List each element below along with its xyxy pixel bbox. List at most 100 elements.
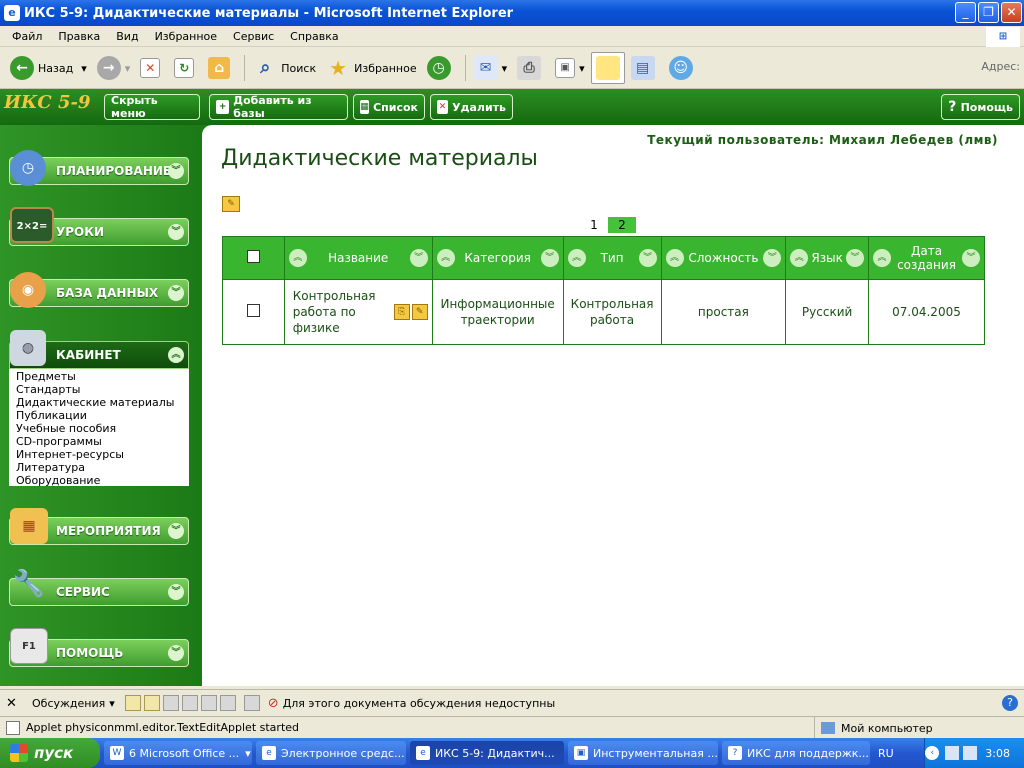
task-iks-didactic[interactable]: e ИКС 5-9: Дидактич... bbox=[410, 741, 564, 765]
list-button[interactable]: ▦ Список bbox=[353, 94, 425, 120]
app-window-icon: ▣ bbox=[574, 746, 588, 760]
add-from-db-button[interactable]: + Добавить из базы bbox=[209, 94, 348, 120]
search-button[interactable]: ⌕ Поиск bbox=[249, 52, 320, 84]
cabinet-item-literature[interactable]: Литература bbox=[16, 461, 182, 474]
print-button[interactable]: ⎙ bbox=[513, 52, 549, 84]
mail-button[interactable]: ✉ ▾ bbox=[470, 52, 512, 84]
close-discussions-icon[interactable]: ✕ bbox=[6, 696, 22, 711]
windows-flag-icon bbox=[10, 744, 28, 762]
delete-button[interactable]: ✕ Удалить bbox=[430, 94, 513, 120]
discussion-tool-icon[interactable] bbox=[243, 695, 260, 711]
address-label: Адрес: bbox=[981, 60, 1020, 73]
sort-down-icon[interactable]: ︾ bbox=[763, 249, 782, 267]
sort-up-icon[interactable]: ︽ bbox=[288, 249, 307, 267]
cabinet-item-didactic[interactable]: Дидактические материалы bbox=[16, 396, 182, 409]
cabinet-item-textbooks[interactable]: Учебные пособия bbox=[16, 422, 182, 435]
language-indicator[interactable]: RU bbox=[878, 747, 894, 760]
sort-up-icon[interactable]: ︽ bbox=[873, 249, 892, 267]
page-1-link[interactable]: 1 bbox=[580, 217, 608, 233]
cabinet-item-internet[interactable]: Интернет-ресурсы bbox=[16, 448, 182, 461]
maximize-button[interactable]: ❐ bbox=[978, 2, 999, 23]
material-name-link[interactable]: Контрольная работа по физике bbox=[293, 288, 391, 336]
f1-key-icon: F1 bbox=[10, 628, 48, 664]
home-button[interactable]: ⌂ bbox=[204, 52, 238, 84]
hide-menu-button[interactable]: Скрыть меню bbox=[104, 94, 200, 120]
tray-app-icon[interactable] bbox=[945, 746, 960, 760]
help-doc-icon: ? bbox=[728, 746, 742, 760]
header-date: ︽ Дата создания ︾ bbox=[868, 236, 985, 280]
word-icon: W bbox=[110, 746, 124, 760]
discussion-tool-icon[interactable] bbox=[181, 695, 198, 711]
start-button[interactable]: пуск bbox=[0, 738, 100, 768]
close-button[interactable]: ✕ bbox=[1001, 2, 1022, 23]
research-button[interactable]: ▤ bbox=[627, 52, 663, 84]
printer-icon: ⎙ bbox=[517, 56, 542, 80]
sort-up-icon[interactable]: ︽ bbox=[567, 249, 586, 267]
discussions-status: Для этого документа обсуждения недоступн… bbox=[282, 696, 556, 710]
row-checkbox[interactable] bbox=[246, 304, 260, 317]
zone-indicator: Мой компьютер bbox=[814, 717, 933, 739]
browser-statusbar: Applet physiconmml.editor.TextEditApplet… bbox=[0, 716, 1024, 739]
sort-up-icon[interactable]: ︽ bbox=[790, 249, 809, 267]
page-icon bbox=[6, 720, 20, 735]
menu-help[interactable]: Справка bbox=[282, 30, 346, 43]
sort-down-icon[interactable]: ︾ bbox=[962, 249, 980, 267]
cabinet-submenu: Предметы Стандарты Дидактические материа… bbox=[9, 369, 189, 487]
messenger-button[interactable]: ☺ bbox=[665, 52, 701, 84]
task-iks-support[interactable]: ? ИКС для поддержк... bbox=[722, 741, 870, 765]
sort-up-icon[interactable]: ︽ bbox=[436, 249, 455, 267]
sort-down-icon[interactable]: ︾ bbox=[540, 249, 559, 267]
app-logo: ИКС 5-9 bbox=[4, 92, 91, 113]
cell-difficulty: простая bbox=[660, 279, 787, 345]
copy-icon[interactable]: ⎘ bbox=[393, 304, 410, 320]
minimize-button[interactable]: _ bbox=[955, 2, 976, 23]
cabinet-item-publications[interactable]: Публикации bbox=[16, 409, 182, 422]
forward-button[interactable]: → ▾ bbox=[93, 52, 135, 84]
cabinet-item-equipment[interactable]: Оборудование bbox=[16, 474, 182, 487]
history-button[interactable]: ◷ bbox=[423, 52, 459, 84]
chevron-up-icon: ︽ bbox=[168, 347, 184, 363]
menu-edit[interactable]: Правка bbox=[50, 30, 108, 43]
menu-view[interactable]: Вид bbox=[108, 30, 146, 43]
pagination: 1 2 bbox=[580, 217, 636, 233]
edit-button[interactable]: ▣ ▾ bbox=[551, 52, 589, 84]
discussion-tool-icon[interactable] bbox=[124, 695, 141, 711]
help-icon[interactable]: ? bbox=[1002, 695, 1018, 711]
task-office[interactable]: W6 Microsoft Office ... ▾ bbox=[104, 741, 252, 765]
menu-tools[interactable]: Сервис bbox=[225, 30, 282, 43]
wrench-icon: 🔧 bbox=[12, 569, 46, 599]
discussion-tool-icon[interactable] bbox=[200, 695, 217, 711]
menu-favorites[interactable]: Избранное bbox=[147, 30, 225, 43]
table-row: Контрольная работа по физике ⎘ ✎ Информа… bbox=[222, 279, 985, 345]
tray-arrow-icon[interactable]: ‹ bbox=[925, 746, 940, 760]
menubar: Файл Правка Вид Избранное Сервис Справка bbox=[0, 26, 1024, 47]
notes-button[interactable] bbox=[590, 52, 625, 84]
discussion-tool-icon[interactable] bbox=[219, 695, 236, 711]
clock-icon: ◷ bbox=[10, 150, 46, 186]
cabinet-item-cd[interactable]: CD-программы bbox=[16, 435, 182, 448]
discussion-tool-icon[interactable] bbox=[162, 695, 179, 711]
menu-file[interactable]: Файл bbox=[4, 30, 50, 43]
cabinet-item-subjects[interactable]: Предметы bbox=[16, 370, 182, 383]
select-all-checkbox[interactable] bbox=[246, 250, 260, 263]
main-content bbox=[202, 125, 1024, 686]
task-electronic[interactable]: e Электронное средс... bbox=[256, 741, 406, 765]
task-instrumental[interactable]: ▣ Инструментальная ... bbox=[568, 741, 718, 765]
stop-button[interactable]: ✕ bbox=[136, 52, 168, 84]
favorites-button[interactable]: ★ Избранное bbox=[322, 52, 420, 84]
sort-down-icon[interactable]: ︾ bbox=[846, 249, 865, 267]
edit-note-icon[interactable]: ✎ bbox=[222, 196, 240, 212]
blackboard-icon: 2×2= bbox=[10, 207, 54, 243]
network-icon[interactable] bbox=[963, 746, 978, 760]
help-button[interactable]: ? Помощь bbox=[941, 94, 1020, 120]
edit-icon[interactable]: ✎ bbox=[411, 304, 428, 320]
discussions-menu[interactable]: Обсуждения bbox=[32, 697, 105, 710]
back-button[interactable]: ← Назад ▾ bbox=[6, 52, 91, 84]
cabinet-item-standards[interactable]: Стандарты bbox=[16, 383, 182, 396]
sort-down-icon[interactable]: ︾ bbox=[638, 249, 657, 267]
sort-up-icon[interactable]: ︽ bbox=[665, 249, 684, 267]
sort-down-icon[interactable]: ︾ bbox=[409, 249, 428, 267]
refresh-button[interactable]: ↻ bbox=[170, 52, 202, 84]
header-type: ︽ Тип ︾ bbox=[562, 236, 662, 280]
discussion-tool-icon[interactable] bbox=[143, 695, 160, 711]
